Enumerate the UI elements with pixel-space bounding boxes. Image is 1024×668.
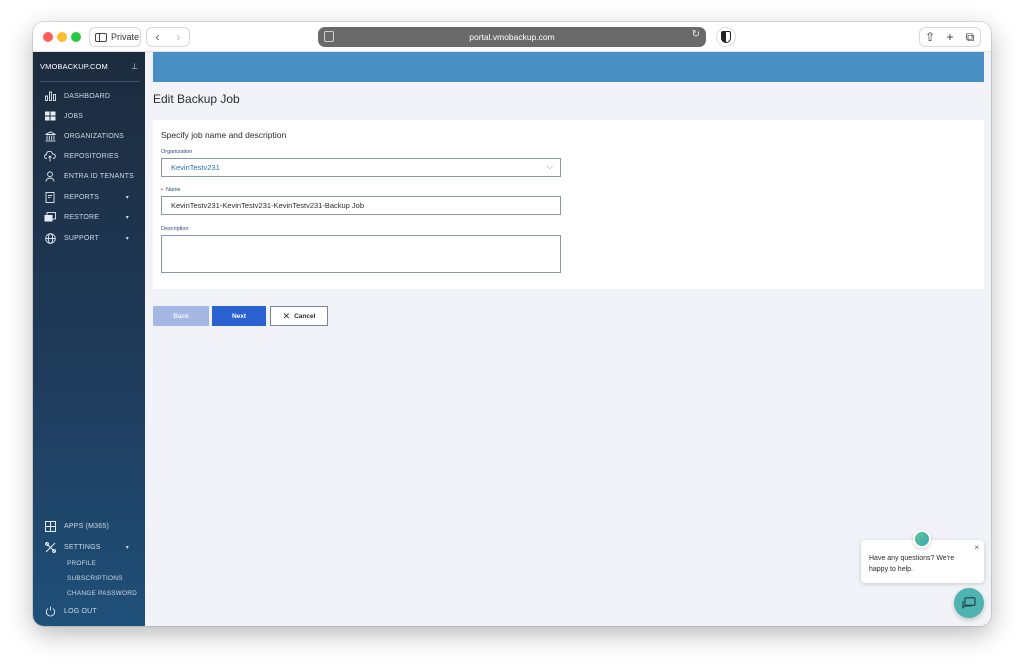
- sidebar-item-label: ORGANIZATIONS: [64, 132, 125, 140]
- chat-icon: [962, 596, 976, 610]
- sidebar-item-label: JOBS: [64, 112, 84, 120]
- sidebar-item-label: APPS (M365): [64, 522, 109, 530]
- sidebar-item-label: DASHBOARD: [64, 92, 111, 100]
- close-window-button[interactable]: [43, 32, 53, 42]
- cancel-button[interactable]: ✕ Cancel: [270, 306, 328, 326]
- apps-grid-icon: [44, 520, 56, 532]
- report-icon: [44, 191, 56, 203]
- page-settings-icon[interactable]: [324, 31, 334, 42]
- sidebar-item-label: REPORTS: [64, 193, 100, 201]
- job-details-card: Specify job name and description Organiz…: [153, 120, 984, 289]
- sidebar-item-label: RESTORE: [64, 213, 100, 221]
- browser-window: Private ‹ › portal.vmobackup.com ↻ ⇧ + ⧉…: [33, 22, 991, 626]
- sidebar-item-logout[interactable]: LOG OUT: [33, 602, 145, 620]
- tab-overview-icon[interactable]: ⧉: [960, 27, 980, 47]
- section-heading: Specify job name and description: [161, 130, 287, 140]
- chat-launcher-button[interactable]: [954, 588, 984, 618]
- next-button[interactable]: Next: [212, 306, 266, 326]
- sidebar-subitem-change-password[interactable]: CHANGE PASSWORD: [67, 590, 137, 597]
- sidebar-item-label: LOG OUT: [64, 607, 97, 615]
- sidebar-item-dashboard[interactable]: DASHBOARD: [33, 87, 145, 105]
- browser-toolbar: Private ‹ › portal.vmobackup.com ↻ ⇧ + ⧉: [33, 22, 991, 52]
- bank-icon: [44, 130, 56, 142]
- caret-down-icon: ▾: [125, 544, 129, 551]
- caret-down-icon: ▾: [125, 235, 129, 242]
- browser-actions: ⇧ + ⧉: [919, 27, 981, 47]
- organization-label: Organization: [161, 149, 193, 155]
- reload-icon[interactable]: ↻: [692, 29, 700, 40]
- sidebar-item-label: SETTINGS: [64, 543, 101, 551]
- sidebar-item-reports[interactable]: REPORTS ▾: [33, 188, 145, 206]
- header-band: [153, 52, 984, 82]
- new-tab-icon[interactable]: +: [940, 27, 960, 47]
- caret-down-icon: ▾: [125, 194, 129, 201]
- tools-icon: [44, 541, 56, 553]
- history-navigation: ‹ ›: [146, 27, 190, 47]
- sidebar-item-apps[interactable]: APPS (M365): [33, 517, 145, 535]
- chat-close-icon[interactable]: ×: [974, 542, 979, 553]
- required-indicator: •: [161, 187, 163, 193]
- minimize-window-button[interactable]: [57, 32, 67, 42]
- url-text: portal.vmobackup.com: [469, 32, 555, 42]
- private-tab-button[interactable]: Private: [89, 27, 141, 47]
- dashboard-icon: [44, 90, 56, 102]
- sidebar-item-repositories[interactable]: REPOSITORIES: [33, 147, 145, 165]
- divider: [40, 81, 140, 82]
- organization-value: KevinTestv231: [171, 163, 220, 172]
- sidebar: VMOBACKUP.COM ⊥ DASHBOARD JOBS ORGANIZAT…: [33, 52, 145, 626]
- user-icon: [44, 170, 56, 182]
- sidebar-item-entra-id-tenants[interactable]: ENTRA ID TENANTS: [33, 167, 145, 185]
- cancel-label: Cancel: [294, 312, 316, 320]
- chevron-down-icon: ⌵: [546, 162, 553, 171]
- power-icon: [44, 605, 56, 617]
- sidebar-item-label: ENTRA ID TENANTS: [64, 172, 134, 180]
- organization-select[interactable]: KevinTestv231 ⌵: [161, 158, 561, 177]
- sidebar-item-restore[interactable]: RESTORE ▾: [33, 208, 145, 226]
- back-icon[interactable]: ‹: [147, 27, 168, 47]
- maximize-window-button[interactable]: [71, 32, 81, 42]
- main-content: Edit Backup Job Specify job name and des…: [145, 52, 991, 626]
- cloud-upload-icon: [44, 150, 56, 162]
- privacy-shield-icon[interactable]: [716, 27, 736, 47]
- close-icon: ✕: [282, 310, 291, 321]
- page-title: Edit Backup Job: [153, 92, 240, 106]
- sidebar-toggle-icon: [95, 32, 107, 42]
- private-label: Private: [111, 32, 140, 42]
- caret-down-icon: ▾: [125, 214, 129, 221]
- sidebar-item-label: SUPPORT: [64, 234, 100, 242]
- sidebar-item-settings[interactable]: SETTINGS ▾: [33, 538, 145, 556]
- sidebar-item-jobs[interactable]: JOBS: [33, 107, 145, 125]
- support-icon: [44, 232, 56, 244]
- sidebar-item-support[interactable]: SUPPORT ▾: [33, 229, 145, 247]
- jobs-icon: [44, 110, 56, 122]
- chat-avatar: [913, 530, 931, 548]
- name-label: Name: [165, 187, 181, 193]
- restore-icon: [44, 211, 56, 223]
- name-input[interactable]: [161, 196, 561, 215]
- description-textarea[interactable]: [161, 235, 561, 273]
- chat-message: Have any questions? We're happy to help.: [869, 555, 955, 573]
- address-bar[interactable]: portal.vmobackup.com ↻: [318, 27, 706, 47]
- description-label: Description: [161, 226, 189, 232]
- sidebar-item-label: REPOSITORIES: [64, 152, 119, 160]
- pin-icon[interactable]: ⊥: [131, 62, 138, 71]
- sidebar-item-organizations[interactable]: ORGANIZATIONS: [33, 127, 145, 145]
- sidebar-subitem-profile[interactable]: PROFILE: [67, 560, 96, 567]
- share-icon[interactable]: ⇧: [920, 27, 940, 47]
- forward-icon[interactable]: ›: [168, 27, 189, 47]
- back-button[interactable]: Back: [153, 306, 209, 326]
- sidebar-subitem-subscriptions[interactable]: SUBSCRIPTIONS: [67, 575, 123, 582]
- name-label-wrapper: • Name: [161, 187, 181, 193]
- brand-name: VMOBACKUP.COM: [40, 62, 108, 71]
